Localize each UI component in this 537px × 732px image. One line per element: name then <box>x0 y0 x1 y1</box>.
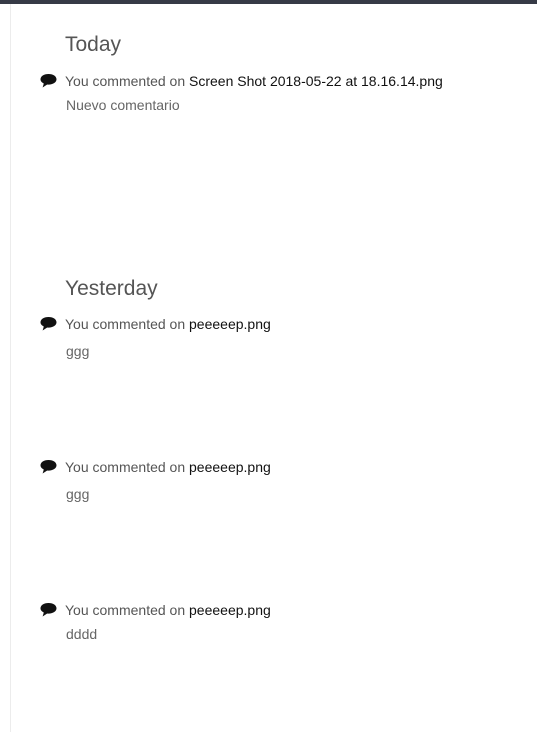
activity-text: You commented on peeeeep.png <box>65 600 271 620</box>
activity-prefix: You commented on <box>65 316 186 332</box>
top-bar <box>0 0 537 4</box>
section-title-today: Today <box>65 33 122 56</box>
activity-item: You commented on Screen Shot 2018-05-22 … <box>40 71 520 113</box>
activity-text: You commented on Screen Shot 2018-05-22 … <box>65 71 443 91</box>
activity-prefix: You commented on <box>65 73 186 89</box>
comment-bubble-icon <box>40 317 57 331</box>
comment-text: ggg <box>66 486 90 502</box>
left-divider <box>10 4 11 732</box>
activity-item: You commented on peeeeep.png ggg <box>40 457 520 502</box>
comment-bubble-icon <box>40 603 57 617</box>
file-link[interactable]: peeeeep.png <box>189 316 271 332</box>
comment-text: ggg <box>66 343 90 359</box>
activity-prefix: You commented on <box>65 459 186 475</box>
file-link[interactable]: peeeeep.png <box>189 459 271 475</box>
section-title-yesterday: Yesterday <box>65 277 158 300</box>
activity-text: You commented on peeeeep.png <box>65 457 271 477</box>
activity-prefix: You commented on <box>65 602 186 618</box>
activity-item: You commented on peeeeep.png ggg <box>40 314 520 359</box>
file-link[interactable]: peeeeep.png <box>189 602 271 618</box>
file-link[interactable]: Screen Shot 2018-05-22 at 18.16.14.png <box>189 73 443 89</box>
comment-text: Nuevo comentario <box>66 97 180 113</box>
comment-text: dddd <box>66 626 98 642</box>
comment-bubble-icon <box>40 74 57 88</box>
activity-item: You commented on peeeeep.png dddd <box>40 600 520 642</box>
activity-text: You commented on peeeeep.png <box>65 314 271 334</box>
comment-bubble-icon <box>40 460 57 474</box>
